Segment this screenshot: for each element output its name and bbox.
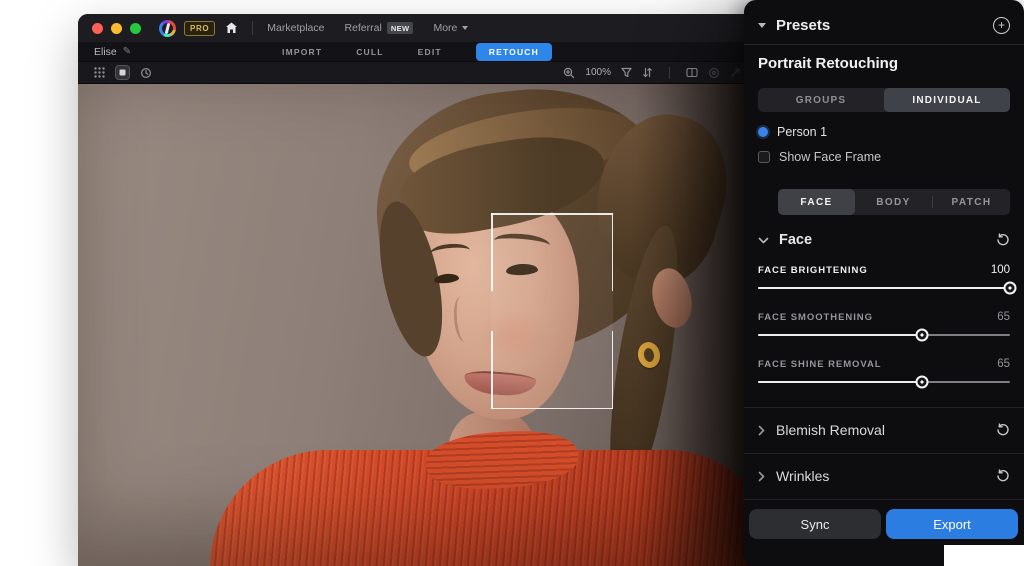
face-brightening-slider[interactable] [758,281,1010,295]
zoom-level[interactable]: 100% [585,67,611,78]
menu-more[interactable]: More [433,22,468,34]
pro-badge: PRO [184,21,215,36]
slider-handle[interactable] [1004,282,1017,295]
person-selector[interactable]: Person 1 [758,125,1010,139]
split-view-icon[interactable] [686,67,698,78]
photo-canvas[interactable] [78,84,756,566]
sync-button[interactable]: Sync [749,509,881,539]
edit-name-icon[interactable]: ✎ [123,46,131,57]
nav-edit[interactable]: EDIT [418,47,442,57]
slider-row: FACE SMOOTHENING 65 [758,311,1010,342]
chevron-down-icon [462,26,468,30]
divider [744,453,1024,454]
presets-title: Presets [776,17,983,34]
home-icon[interactable] [225,22,238,34]
menu-referral[interactable]: Referral NEW [344,22,413,34]
more-tools-icon[interactable] [730,68,740,78]
presets-header[interactable]: Presets + [758,14,1010,36]
divider [744,44,1024,45]
titlebar: PRO Marketplace Referral NEW More [78,14,756,42]
nav-cull[interactable]: CULL [356,47,383,57]
preset-name: Portrait Retouching [758,55,1010,72]
project-bar: Elise ✎ IMPORT CULL EDIT RETOUCH [78,42,756,62]
slider-row: FACE SHINE REMOVAL 65 [758,358,1010,389]
add-preset-button[interactable]: + [993,17,1010,34]
nav-import[interactable]: IMPORT [282,47,322,57]
divider [744,499,1024,500]
reset-blemish-icon[interactable] [996,423,1010,437]
titlebar-divider [252,21,253,35]
image-crop-notch [944,545,1024,566]
export-button[interactable]: Export [886,509,1018,539]
slider-handle[interactable] [915,376,928,389]
compare-icon[interactable] [708,67,720,79]
sort-icon[interactable] [642,67,653,78]
workflow-nav: IMPORT CULL EDIT RETOUCH [282,42,552,61]
single-image-view-icon[interactable] [115,65,130,80]
minimize-window-button[interactable] [111,23,122,34]
slider-row: FACE BRIGHTENING 100 [758,264,1010,295]
zoom-icon[interactable] [563,67,575,79]
close-window-button[interactable] [92,23,103,34]
menu-marketplace[interactable]: Marketplace [267,22,324,34]
face-frame-overlay [491,213,613,409]
part-tabs: FACE BODY PATCH [778,189,1010,215]
face-section-header[interactable]: Face [758,232,1010,248]
chevron-right-icon [758,425,765,436]
face-smoothening-slider[interactable] [758,328,1010,342]
show-face-frame-toggle[interactable]: Show Face Frame [758,150,1010,164]
view-toolbar: 100% [78,62,756,84]
face-shine-removal-slider[interactable] [758,375,1010,389]
reset-face-icon[interactable] [996,233,1010,247]
tab-individual[interactable]: INDIVIDUAL [884,88,1010,112]
tab-body[interactable]: BODY [855,189,932,215]
new-badge: NEW [387,22,414,34]
person-radio[interactable] [758,127,768,137]
section-wrinkles[interactable]: Wrinkles [758,466,1010,486]
aftershoot-logo-icon [159,20,176,37]
divider [744,407,1024,408]
filter-icon[interactable] [621,67,632,78]
vignette-overlay [78,84,756,566]
fullscreen-window-button[interactable] [130,23,141,34]
tab-patch[interactable]: PATCH [933,189,1010,215]
editor-window: PRO Marketplace Referral NEW More Elise … [78,14,756,566]
face-frame-checkbox[interactable] [758,151,770,163]
history-icon[interactable] [140,67,152,79]
chevron-down-icon [758,237,769,244]
tab-face[interactable]: FACE [778,189,855,215]
reset-wrinkles-icon[interactable] [996,469,1010,483]
toolbar-divider [669,67,670,79]
panel-footer: Sync Export [749,509,1018,539]
slider-handle[interactable] [915,329,928,342]
mode-tabs: GROUPS INDIVIDUAL [758,88,1010,112]
project-name: Elise ✎ [94,46,131,58]
retouch-panel: Presets + Portrait Retouching GROUPS IND… [744,0,1024,566]
grid-view-icon[interactable] [94,67,105,78]
stage: PRO Marketplace Referral NEW More Elise … [0,0,1024,566]
section-blemish-removal[interactable]: Blemish Removal [758,420,1010,440]
chevron-down-icon [758,23,766,28]
nav-retouch[interactable]: RETOUCH [476,43,552,61]
tab-groups[interactable]: GROUPS [758,88,884,112]
chevron-right-icon [758,471,765,482]
